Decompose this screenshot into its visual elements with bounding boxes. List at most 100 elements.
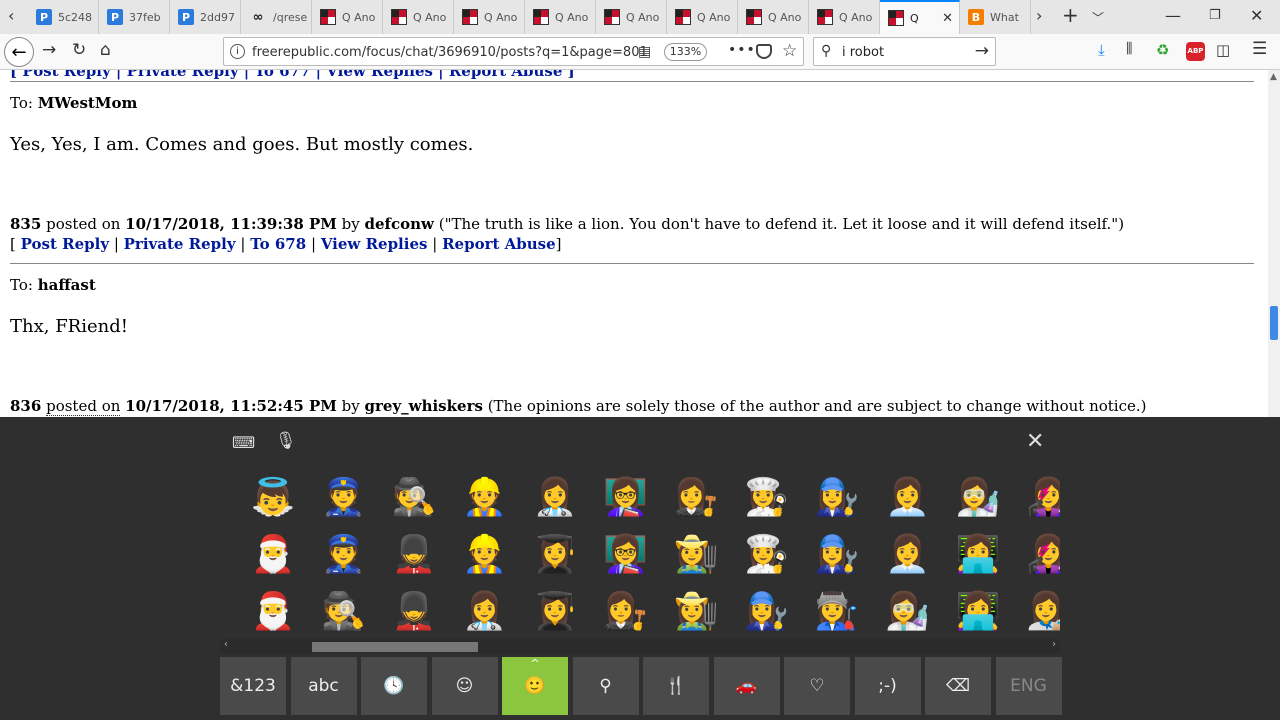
emoji-key[interactable]: 👮 (321, 532, 367, 578)
emoji-key[interactable]: 👼 (250, 475, 296, 521)
to-post-link[interactable]: To 678 (250, 235, 306, 253)
browser-tab[interactable]: P 2dd97 (170, 0, 241, 34)
post-author[interactable]: defconw (365, 215, 434, 233)
emoji-key[interactable]: 👷 (462, 532, 508, 578)
recent-emoji-key[interactable]: 🕓 (361, 657, 427, 715)
browser-tab[interactable]: Q Ano (454, 0, 525, 34)
browser-tab[interactable]: Q Ano (809, 0, 880, 34)
text-emoticon-key[interactable]: ;-) (854, 657, 921, 715)
close-keyboard-icon[interactable]: ✕ (1026, 429, 1044, 454)
emoji-key[interactable]: 👩‍🎤 (1026, 475, 1060, 521)
back-button[interactable]: ← (4, 37, 34, 67)
emoji-key[interactable]: 👩‍🎤 (1026, 532, 1060, 578)
adblock-icon[interactable]: ABP (1186, 42, 1205, 61)
food-key[interactable]: 🍴 (643, 657, 709, 715)
emoji-key[interactable]: 👩‍🌾 (673, 589, 719, 635)
bookmark-star-icon[interactable]: ☆ (782, 41, 797, 61)
view-replies-link[interactable]: View Replies (321, 235, 428, 253)
keyboard-layout-icon[interactable]: ⌨ (232, 433, 255, 452)
reload-icon[interactable]: ↻ (72, 40, 86, 60)
microphone-icon[interactable]: 🎙 (275, 431, 297, 451)
emoji-key[interactable]: 👩‍🏫 (603, 475, 649, 521)
emoji-key[interactable]: 👩‍🏭 (814, 589, 860, 635)
backspace-key[interactable]: ⌫ (925, 657, 991, 715)
emoji-key[interactable]: 💂 (391, 589, 437, 635)
report-abuse-link[interactable]: Report Abuse (442, 235, 556, 253)
minimize-icon[interactable]: — (1165, 6, 1181, 25)
emoji-key[interactable]: 👩‍⚕️ (532, 475, 578, 521)
downloads-icon[interactable]: ⤓ (1098, 41, 1105, 59)
emoji-key[interactable]: 👩‍🎨 (1026, 589, 1060, 635)
pocket-icon[interactable] (756, 44, 772, 59)
people-key[interactable]: ^ 🙂 (502, 657, 568, 715)
scroll-right-icon[interactable]: › (1052, 639, 1056, 650)
scroll-up-icon[interactable]: ▲ (1270, 72, 1277, 82)
sidebar-icon[interactable]: ◫ (1216, 41, 1230, 59)
browser-tab[interactable]: Q Ano (383, 0, 454, 34)
scrollbar-thumb[interactable] (1270, 306, 1278, 340)
emoji-key[interactable]: 👩‍🔧 (814, 532, 860, 578)
symbols-key[interactable]: &123 (220, 657, 286, 715)
url-text[interactable]: freerepublic.com/focus/chat/3696910/post… (252, 45, 648, 60)
library-icon[interactable]: ⫼ (1126, 41, 1132, 57)
letters-key[interactable]: abc (290, 657, 357, 715)
browser-tab[interactable]: ∞ /qrese (241, 0, 312, 34)
browser-tab[interactable]: Q Ano (738, 0, 809, 34)
close-window-icon[interactable]: ✕ (1250, 6, 1263, 25)
site-info-icon[interactable]: i (230, 44, 245, 59)
menu-icon[interactable]: ☰ (1252, 39, 1267, 59)
emoji-scrollbar[interactable]: ‹ › (220, 639, 1060, 653)
reader-view-icon[interactable]: ▤ (638, 44, 651, 60)
emoji-key[interactable]: 👩‍🏫 (603, 532, 649, 578)
emoji-key[interactable]: 🕵 (321, 589, 367, 635)
private-reply-link[interactable]: Private Reply (124, 235, 236, 253)
emoji-key[interactable]: 👩‍💼 (885, 532, 931, 578)
browser-tab[interactable]: Q Ano (525, 0, 596, 34)
emoji-key[interactable]: 👩‍🔬 (955, 475, 1001, 521)
emoji-key[interactable]: 👩‍💻 (955, 589, 1001, 635)
browser-tab[interactable]: B What (960, 0, 1031, 34)
page-actions-icon[interactable]: ••• (728, 42, 756, 58)
vertical-scrollbar[interactable]: ▲ (1268, 70, 1280, 417)
emoji-key[interactable]: 👩‍⚖️ (603, 589, 649, 635)
emoji-key[interactable]: 👩‍🔧 (744, 589, 790, 635)
emoji-key[interactable]: 👩‍💻 (955, 532, 1001, 578)
home-icon[interactable]: ⌂ (100, 40, 111, 60)
emoji-key[interactable]: 👷 (462, 475, 508, 521)
forward-icon[interactable]: → (42, 40, 56, 60)
emoji-scroll-thumb[interactable] (312, 642, 478, 652)
emoji-key[interactable]: 👩‍🌾 (673, 532, 719, 578)
extension-green-icon[interactable]: ♻ (1156, 41, 1169, 59)
emoji-key[interactable]: 👩‍🍳 (744, 532, 790, 578)
zoom-level[interactable]: 133% (664, 43, 707, 61)
emoji-key[interactable]: 👮 (321, 475, 367, 521)
emoji-key[interactable]: 👩‍⚕️ (462, 589, 508, 635)
browser-tab[interactable]: P 5c248 (28, 0, 99, 34)
search-go-icon[interactable]: → (975, 41, 989, 61)
emoji-key[interactable]: 👩‍🎓 (532, 532, 578, 578)
scroll-tabs-right-icon[interactable]: › (1036, 6, 1042, 25)
url-bar[interactable]: i freerepublic.com/focus/chat/3696910/po… (223, 37, 804, 66)
emoji-key[interactable]: 👩‍🍳 (744, 475, 790, 521)
new-tab-icon[interactable]: + (1062, 3, 1079, 27)
scroll-left-icon[interactable]: ‹ (224, 639, 228, 650)
search-input[interactable]: i robot (842, 45, 884, 60)
emoji-key[interactable]: 🎅 (250, 589, 296, 635)
close-tab-icon[interactable]: ✕ (942, 11, 953, 26)
emoji-key[interactable]: 👩‍💼 (885, 475, 931, 521)
browser-tab[interactable]: Q ✕ (880, 0, 960, 34)
emoji-key[interactable]: 🎅 (250, 532, 296, 578)
emoji-key[interactable]: 👩‍🎓 (532, 589, 578, 635)
emoji-key[interactable]: 👩‍🔧 (814, 475, 860, 521)
heart-key[interactable]: ♡ (784, 657, 850, 715)
emoji-key[interactable]: 👩‍⚖️ (673, 475, 719, 521)
emoji-key[interactable]: 💂 (391, 532, 437, 578)
browser-tab[interactable]: Q Ano (667, 0, 738, 34)
browser-tab[interactable]: Q Ano (596, 0, 667, 34)
search-bar[interactable]: ⚲ i robot → (813, 37, 996, 66)
scroll-tabs-left-icon[interactable]: ‹ (8, 6, 14, 25)
post-author[interactable]: grey_whiskers (365, 397, 483, 415)
emoji-key[interactable]: 👩‍🔬 (885, 589, 931, 635)
emoji-key[interactable]: 🕵 (391, 475, 437, 521)
browser-tab[interactable]: Q Ano (312, 0, 383, 34)
